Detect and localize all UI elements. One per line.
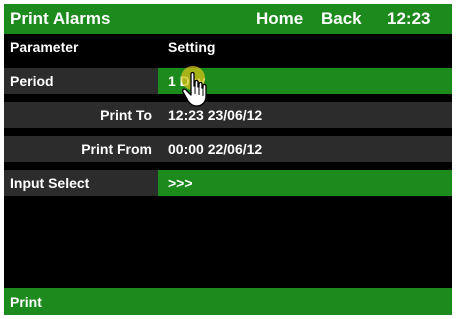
page-title: Print Alarms (10, 9, 111, 28)
print-from-setting-field[interactable]: 00:00 22/06/12 (158, 136, 452, 162)
print-alarms-screen: Print Alarms Home Back 12:23 Parameter S… (4, 4, 452, 315)
print-button[interactable]: Print (4, 288, 452, 315)
period-row: Period 1 Day (4, 68, 452, 94)
hand-pointer-icon (181, 66, 207, 107)
column-header-row: Parameter Setting (4, 34, 452, 60)
print-to-row: Print To 12:23 23/06/12 (4, 102, 452, 128)
print-button-label: Print (10, 294, 42, 310)
header-bar: Print Alarms Home Back 12:23 (4, 4, 452, 34)
back-button[interactable]: Back (321, 9, 362, 29)
home-button[interactable]: Home (256, 9, 303, 29)
print-from-row: Print From 00:00 22/06/12 (4, 136, 452, 162)
input-select-setting-field[interactable]: >>> (158, 170, 452, 196)
print-from-value: 00:00 22/06/12 (168, 141, 263, 157)
setting-column-header: Setting (168, 39, 216, 55)
input-select-label: Input Select (10, 175, 90, 191)
parameter-column-header: Parameter (10, 39, 79, 55)
input-select-row: Input Select >>> (4, 170, 452, 196)
print-to-label: Print To (100, 107, 152, 123)
period-label: Period (10, 73, 54, 89)
print-from-label: Print From (81, 141, 152, 157)
input-select-value: >>> (168, 175, 193, 191)
clock-display: 12:23 (387, 9, 431, 28)
